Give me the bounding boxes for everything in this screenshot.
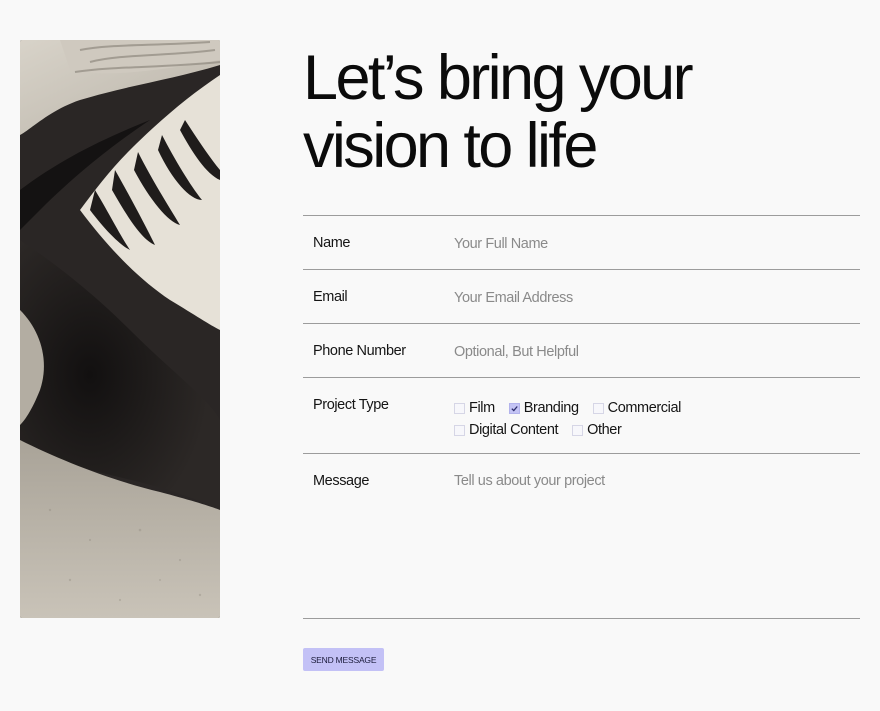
name-label: Name	[313, 235, 351, 251]
checkbox-commercial[interactable]	[592, 402, 604, 414]
page-title: Let’s bring your vision to life	[303, 43, 860, 180]
option-label-film: Film	[469, 400, 495, 416]
name-input[interactable]	[454, 236, 860, 252]
send-message-button[interactable]: SEND MESSAGE	[303, 648, 384, 671]
project-type-options: Film Branding Commercial Digital Content…	[454, 378, 860, 453]
title-line-2: vision to life	[303, 111, 598, 181]
checkbox-digital-content[interactable]	[454, 424, 465, 436]
phone-row: Phone Number	[303, 323, 860, 377]
project-type-commercial[interactable]: Commercial	[592, 400, 682, 416]
project-type-label: Project Type	[313, 397, 389, 413]
message-label: Message	[313, 473, 370, 489]
name-row: Name	[303, 215, 860, 269]
contact-form: Name Email Phone Number Project Type	[303, 215, 860, 671]
option-label-commercial: Commercial	[607, 400, 682, 416]
message-textarea[interactable]	[454, 473, 860, 601]
contact-content: Let’s bring your vision to life Name Ema…	[303, 40, 860, 671]
project-type-digital-content[interactable]: Digital Content	[454, 422, 559, 438]
project-type-row: Project Type Film Branding Commercial Di…	[303, 377, 860, 453]
option-label-branding: Branding	[523, 400, 579, 416]
check-icon	[511, 405, 518, 411]
option-label-other: Other	[587, 422, 622, 438]
checkbox-other[interactable]	[572, 424, 584, 436]
email-input[interactable]	[454, 290, 860, 306]
project-type-branding[interactable]: Branding	[508, 400, 579, 416]
project-type-film[interactable]: Film	[454, 400, 495, 416]
contact-page: Let’s bring your vision to life Name Ema…	[0, 0, 880, 711]
email-label: Email	[313, 289, 348, 305]
option-label-digital-content: Digital Content	[469, 422, 559, 438]
phone-label: Phone Number	[313, 343, 406, 359]
checkbox-film[interactable]	[454, 402, 465, 414]
message-row: Message	[303, 453, 860, 619]
project-type-other[interactable]: Other	[572, 422, 622, 438]
phone-input[interactable]	[454, 344, 860, 360]
title-line-1: Let’s bring your	[303, 43, 694, 113]
checkbox-branding[interactable]	[508, 402, 520, 414]
email-row: Email	[303, 269, 860, 323]
sand-dune-photo	[20, 40, 220, 618]
